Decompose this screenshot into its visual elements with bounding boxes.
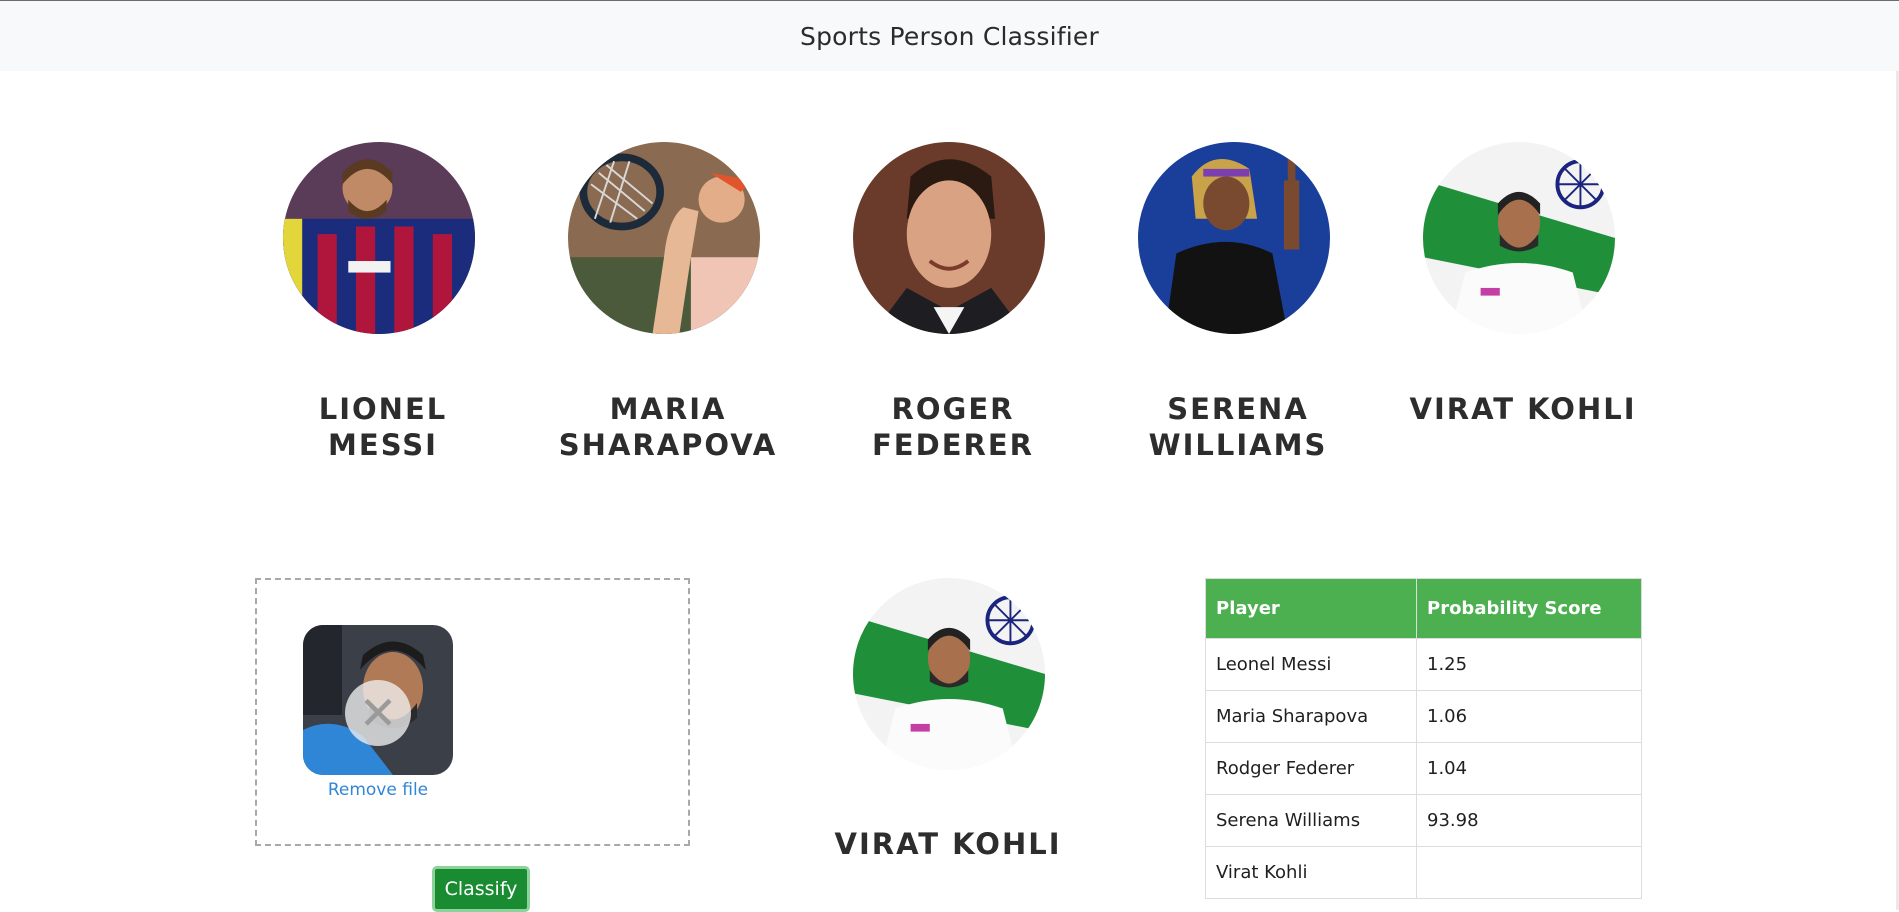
close-icon: ✕ — [358, 686, 398, 740]
navbar: Sports Person Classifier — [0, 1, 1899, 71]
result-player-photo — [853, 578, 1045, 770]
score-cell: 93.98 — [1416, 794, 1642, 847]
player-cell: Maria Sharapova — [1205, 690, 1417, 743]
table-row: Rodger Federer 1.04 — [1205, 742, 1642, 795]
column-header-player: Player — [1205, 578, 1417, 639]
score-cell: 1.25 — [1416, 638, 1642, 691]
probability-table: Player Probability Score Leonel Messi 1.… — [1205, 578, 1642, 899]
table-row: Virat Kohli — [1205, 846, 1642, 899]
remove-file-button[interactable]: ✕ — [345, 680, 411, 746]
table-row: Maria Sharapova 1.06 — [1205, 690, 1642, 743]
result-player-name: VIRAT KOHLI — [834, 827, 1062, 861]
column-header-probability: Probability Score — [1416, 578, 1642, 639]
player-name-kohli: VIRAT KOHLI — [1409, 392, 1637, 426]
player-cell: Leonel Messi — [1205, 638, 1417, 691]
table-row: Serena Williams 93.98 — [1205, 794, 1642, 847]
player-photo-federer — [853, 142, 1045, 334]
table-row: Leonel Messi 1.25 — [1205, 638, 1642, 691]
player-name-federer: ROGER FEDERER — [872, 392, 1034, 462]
player-name-messi: LIONEL MESSI — [318, 392, 448, 462]
player-cell: Virat Kohli — [1205, 846, 1417, 899]
score-cell — [1416, 846, 1642, 899]
classify-button[interactable]: Classify — [432, 866, 530, 912]
player-name-sharapova: MARIA SHARAPOVA — [558, 392, 778, 462]
remove-file-link[interactable]: Remove file — [303, 780, 453, 800]
player-photo-sharapova — [568, 142, 760, 334]
player-name-serena: SERENA WILLIAMS — [1148, 392, 1328, 462]
score-cell: 1.04 — [1416, 742, 1642, 795]
page-title: Sports Person Classifier — [800, 21, 1099, 51]
player-photo-kohli — [1423, 142, 1615, 334]
player-cell: Rodger Federer — [1205, 742, 1417, 795]
file-dropzone[interactable]: ✕ Remove file — [255, 578, 690, 846]
score-cell: 1.06 — [1416, 690, 1642, 743]
player-cell: Serena Williams — [1205, 794, 1417, 847]
table-header-row: Player Probability Score — [1205, 578, 1642, 639]
player-photo-serena — [1138, 142, 1330, 334]
player-photo-messi — [283, 142, 475, 334]
uploaded-image-thumbnail: ✕ — [303, 625, 453, 775]
